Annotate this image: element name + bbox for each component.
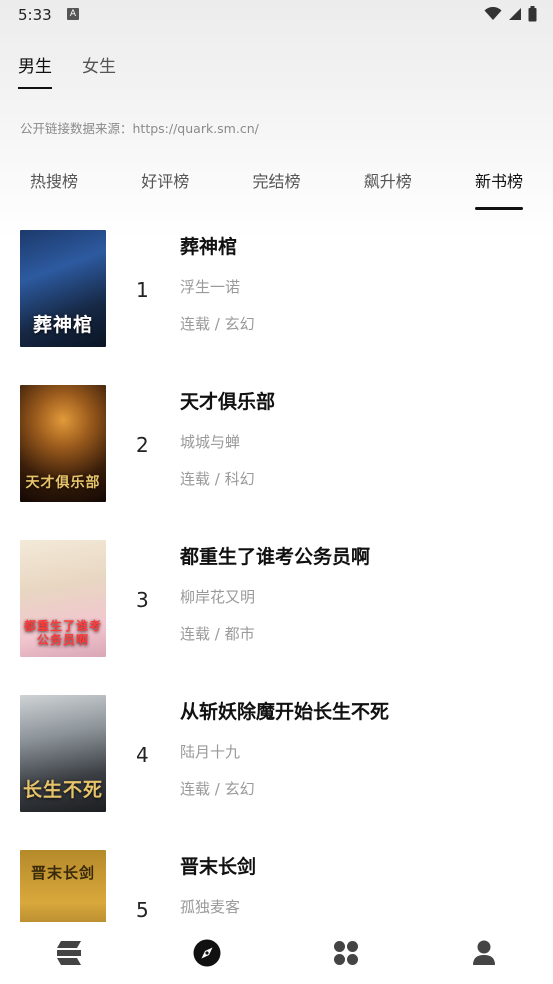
bottom-navigation xyxy=(0,922,553,984)
ranking-tabs: 热搜榜 好评榜 完结榜 飙升榜 新书榜 xyxy=(0,168,553,216)
book-item[interactable]: 长生不死 4 从斩妖除魔开始长生不死 陆月十九 连载 / 玄幻 xyxy=(0,695,553,813)
book-author: 孤独麦客 xyxy=(180,898,241,916)
book-title: 晋末长剑 xyxy=(180,856,257,878)
book-title: 葬神棺 xyxy=(180,236,238,258)
tab-hot-search[interactable]: 热搜榜 xyxy=(30,168,78,210)
book-title: 天才俱乐部 xyxy=(180,391,276,413)
book-cover[interactable]: 长生不死 xyxy=(20,695,106,812)
rank-number: 1 xyxy=(136,278,149,302)
book-status-genre: 连载 / 科幻 xyxy=(180,470,255,488)
book-item[interactable]: 晋末长剑 5 晋末长剑 孤独麦客 xyxy=(0,850,553,922)
tab-rising[interactable]: 飙升榜 xyxy=(364,168,412,210)
book-author: 城城与蝉 xyxy=(180,433,241,451)
book-cover[interactable]: 晋末长剑 xyxy=(20,850,106,922)
status-bar: 5:33 A xyxy=(0,0,553,30)
status-time: 5:33 xyxy=(18,6,52,24)
data-source-note: 公开链接数据来源：https://quark.sm.cn/ xyxy=(20,121,259,136)
book-author: 陆月十九 xyxy=(180,743,241,761)
cover-text: 天才俱乐部 xyxy=(25,475,101,491)
book-status-genre: 连载 / 都市 xyxy=(180,625,255,643)
book-item[interactable]: 葬神棺 1 葬神棺 浮生一诺 连载 / 玄幻 xyxy=(0,230,553,348)
book-item[interactable]: 都重生了谁考公务员啊 3 都重生了谁考公务员啊 柳岸花又明 连载 / 都市 xyxy=(0,540,553,658)
notification-badge-icon: A xyxy=(67,8,79,20)
cover-text: 晋末长剑 xyxy=(30,864,95,882)
nav-category-button[interactable] xyxy=(316,928,376,978)
compass-icon xyxy=(193,939,221,967)
cover-text: 都重生了谁考公务员啊 xyxy=(23,619,102,647)
nav-discover-button[interactable] xyxy=(177,928,237,978)
status-icons xyxy=(484,6,537,22)
book-cover[interactable]: 葬神棺 xyxy=(20,230,106,347)
book-title: 都重生了谁考公务员啊 xyxy=(180,546,371,568)
tab-male[interactable]: 男生 xyxy=(18,52,52,89)
tab-new-books[interactable]: 新书榜 xyxy=(474,168,523,210)
book-list: 葬神棺 1 葬神棺 浮生一诺 连载 / 玄幻 天才俱乐部 2 天才俱乐部 城城与… xyxy=(0,230,553,922)
cover-text: 葬神棺 xyxy=(32,314,93,336)
nav-profile-button[interactable] xyxy=(454,928,514,978)
book-item[interactable]: 天才俱乐部 2 天才俱乐部 城城与蝉 连载 / 科幻 xyxy=(0,385,553,503)
nav-bookshelf-button[interactable] xyxy=(39,928,99,978)
book-status-genre: 连载 / 玄幻 xyxy=(180,315,255,333)
book-cover[interactable]: 都重生了谁考公务员啊 xyxy=(20,540,106,657)
cover-text: 长生不死 xyxy=(22,779,103,801)
rank-number: 3 xyxy=(136,588,149,612)
tab-top-rated[interactable]: 好评榜 xyxy=(141,168,189,210)
book-author: 柳岸花又明 xyxy=(180,588,256,606)
category-grid-icon xyxy=(333,941,358,965)
battery-icon xyxy=(528,6,537,22)
rank-number: 5 xyxy=(136,898,149,922)
rank-number: 2 xyxy=(136,433,149,457)
wifi-icon xyxy=(484,7,502,20)
profile-icon xyxy=(472,940,495,965)
rank-number: 4 xyxy=(136,743,149,767)
bookshelf-icon xyxy=(57,941,82,965)
cellular-signal-icon xyxy=(509,8,521,20)
book-cover[interactable]: 天才俱乐部 xyxy=(20,385,106,502)
book-status-genre: 连载 / 玄幻 xyxy=(180,780,255,798)
tab-completed[interactable]: 完结榜 xyxy=(252,168,300,210)
tab-female[interactable]: 女生 xyxy=(82,52,116,87)
gender-tabs: 男生 女生 xyxy=(18,52,116,89)
book-title: 从斩妖除魔开始长生不死 xyxy=(180,701,390,723)
book-author: 浮生一诺 xyxy=(180,278,241,296)
